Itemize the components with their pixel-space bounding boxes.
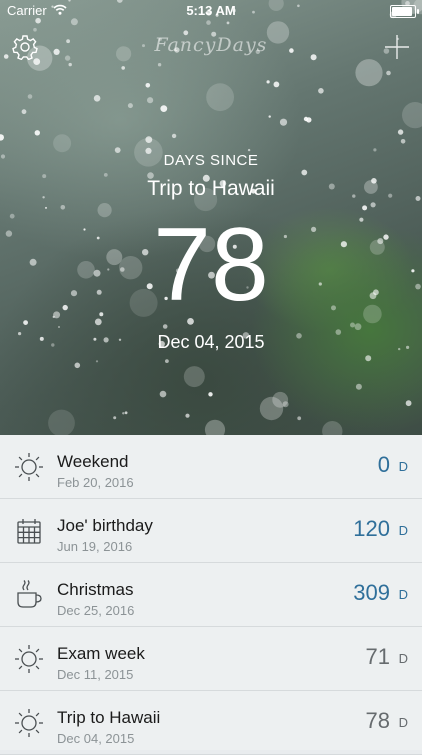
event-count: 78 bbox=[365, 708, 390, 733]
app-logo: FancyDays bbox=[154, 34, 268, 56]
event-count: 309 bbox=[353, 580, 390, 605]
featured-label: DAYS SINCE bbox=[163, 152, 259, 169]
event-count: 120 bbox=[353, 516, 390, 541]
event-count: 71 bbox=[365, 644, 390, 669]
featured-title: Trip to Hawaii bbox=[147, 177, 275, 200]
event-unit: D bbox=[398, 715, 408, 730]
event-unit: D bbox=[398, 523, 408, 538]
sun-icon bbox=[15, 709, 43, 737]
events-list: Weekend Feb 20, 2016 0 D Joe' birthday J… bbox=[0, 435, 422, 755]
event-unit: D bbox=[398, 651, 408, 666]
hero-background: Carrier 5:13 AM FancyDays DAYS SINCE Tri… bbox=[0, 0, 422, 435]
event-count: 0 bbox=[377, 452, 390, 477]
list-item[interactable]: Joe' birthday Jun 19, 2016 120 D bbox=[0, 499, 422, 563]
event-name: Exam week bbox=[57, 644, 145, 663]
list-item[interactable]: Christmas Dec 25, 2016 309 D bbox=[0, 563, 422, 627]
list-item[interactable]: Trip to Hawaii Dec 04, 2015 78 D bbox=[0, 691, 422, 755]
sun-icon bbox=[15, 453, 43, 481]
event-date: Jun 19, 2016 bbox=[57, 539, 133, 554]
calendar-icon bbox=[17, 519, 41, 544]
event-unit: D bbox=[398, 587, 408, 602]
event-name: Christmas bbox=[57, 580, 134, 599]
list-item[interactable]: Weekend Feb 20, 2016 0 D bbox=[0, 435, 422, 499]
featured-count: 78 bbox=[153, 207, 269, 323]
featured-date: Dec 04, 2015 bbox=[157, 332, 265, 352]
event-date: Dec 11, 2015 bbox=[57, 667, 134, 682]
plus-icon[interactable] bbox=[384, 34, 410, 60]
list-item[interactable]: Exam week Dec 11, 2015 71 D bbox=[0, 627, 422, 691]
status-time: 5:13 AM bbox=[186, 3, 236, 18]
event-unit: D bbox=[398, 459, 408, 474]
battery-icon bbox=[390, 5, 419, 18]
status-bar: Carrier 5:13 AM bbox=[0, 0, 422, 22]
event-date: Dec 25, 2016 bbox=[57, 603, 135, 618]
event-date: Feb 20, 2016 bbox=[57, 475, 134, 490]
event-name: Trip to Hawaii bbox=[57, 708, 161, 727]
event-name: Weekend bbox=[57, 452, 129, 471]
sun-icon bbox=[15, 645, 43, 673]
event-name: Joe' birthday bbox=[57, 516, 153, 535]
coffee-cup-icon bbox=[17, 580, 42, 608]
event-date: Dec 04, 2015 bbox=[57, 731, 135, 746]
